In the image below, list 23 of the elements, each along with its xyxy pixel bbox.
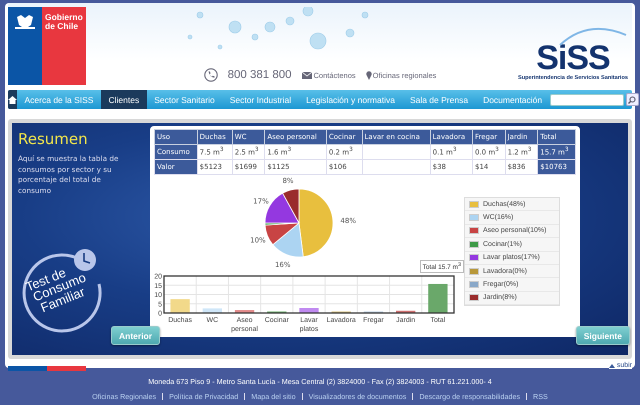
table-cell [362, 144, 430, 160]
next-button[interactable]: Siguiente [576, 326, 630, 345]
nav-tab[interactable]: Sector Industrial [222, 90, 299, 109]
phone-icon [204, 68, 218, 82]
home-button[interactable] [8, 90, 17, 109]
nav-tab[interactable]: Documentación [476, 90, 550, 109]
up-arrow-icon [608, 364, 615, 368]
search-icon [628, 96, 636, 104]
previous-button[interactable]: Anterior [111, 326, 160, 345]
search-button[interactable] [626, 93, 639, 106]
nav-tab[interactable]: Sector Sanitario [146, 90, 222, 109]
nav-tab[interactable]: Acerca de la SISS [17, 90, 101, 109]
section-title: Resumen [18, 130, 89, 148]
table-cell [362, 160, 430, 174]
nav-tab[interactable]: Legislación y normativa [298, 90, 402, 109]
phone-number: 800 381 800 [228, 69, 292, 81]
nav-tab[interactable]: Sala de Prensa [402, 90, 476, 109]
search-field[interactable] [550, 94, 624, 106]
home-icon [8, 96, 17, 104]
coat-of-arms-icon [13, 13, 37, 31]
nav-tab[interactable]: Clientes [100, 90, 147, 109]
map-pin-icon [366, 70, 372, 80]
envelope-icon [302, 72, 312, 78]
